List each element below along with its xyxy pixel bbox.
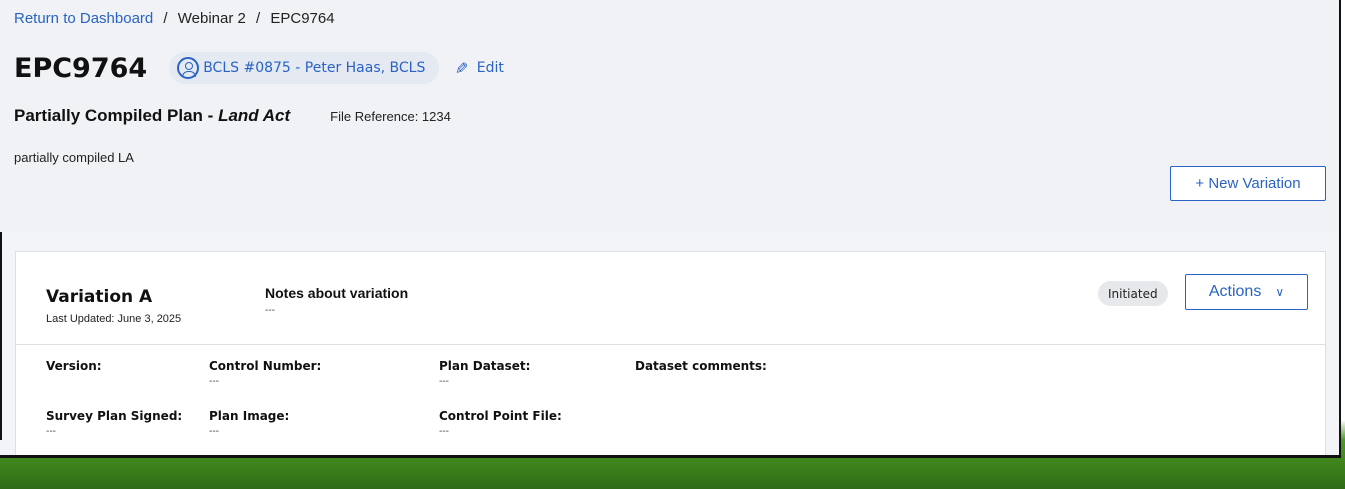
field-version: Version: bbox=[46, 359, 102, 376]
plan-type-act: Land Act bbox=[218, 106, 291, 125]
plan-type-row: Partially Compiled Plan - Land Act File … bbox=[14, 106, 451, 126]
status-badge: Initiated bbox=[1098, 281, 1168, 306]
plan-type: Partially Compiled Plan - Land Act bbox=[14, 106, 290, 126]
breadcrumb-item-webinar: Webinar 2 bbox=[177, 10, 246, 27]
field-label: Control Number: bbox=[209, 359, 322, 373]
field-label: Control Point File: bbox=[439, 409, 562, 423]
field-label: Survey Plan Signed: bbox=[46, 409, 183, 423]
field-plan-dataset: Plan Dataset: --- bbox=[439, 359, 530, 387]
field-plan-image: Plan Image: --- bbox=[209, 409, 289, 437]
app-window: Return to Dashboard / Webinar 2 / EPC976… bbox=[0, 0, 1341, 458]
field-control-number: Control Number: --- bbox=[209, 359, 321, 387]
field-control-point-file: Control Point File: --- bbox=[439, 409, 562, 437]
field-value: --- bbox=[209, 426, 219, 437]
field-value: --- bbox=[439, 376, 449, 387]
title-row: EPC9764 BCLS #0875 - Peter Haas, BCLS ✎ … bbox=[14, 52, 504, 84]
edit-button[interactable]: ✎ Edit bbox=[455, 59, 504, 78]
file-reference: File Reference: 1234 bbox=[330, 109, 451, 124]
variation-card-header: Variation A Last Updated: June 3, 2025 N… bbox=[16, 252, 1325, 345]
surveyor-chip[interactable]: BCLS #0875 - Peter Haas, BCLS bbox=[169, 52, 440, 84]
plan-type-prefix: Partially Compiled Plan - bbox=[14, 106, 219, 125]
breadcrumb-separator: / bbox=[163, 10, 168, 27]
breadcrumb: Return to Dashboard / Webinar 2 / EPC976… bbox=[14, 10, 335, 27]
variation-name: Variation A bbox=[46, 287, 153, 307]
chevron-down-icon: ∨ bbox=[1275, 285, 1285, 299]
plan-description: partially compiled LA bbox=[14, 150, 134, 165]
breadcrumb-separator: / bbox=[256, 10, 261, 27]
page-title: EPC9764 bbox=[14, 52, 148, 84]
breadcrumb-item-plan: EPC9764 bbox=[270, 10, 335, 27]
field-label: Version: bbox=[46, 359, 102, 373]
variation-last-updated: Last Updated: June 3, 2025 bbox=[46, 313, 182, 325]
variation-card: Variation A Last Updated: June 3, 2025 N… bbox=[15, 251, 1326, 455]
actions-dropdown-button[interactable]: Actions ∨ bbox=[1185, 274, 1308, 310]
field-label: Plan Dataset: bbox=[439, 359, 531, 373]
person-circle-icon bbox=[177, 57, 200, 79]
pencil-icon: ✎ bbox=[455, 58, 469, 78]
notes-value: --- bbox=[265, 305, 275, 316]
field-survey-plan-signed: Survey Plan Signed: --- bbox=[46, 409, 182, 437]
field-value: --- bbox=[439, 426, 449, 437]
field-label: Plan Image: bbox=[209, 409, 290, 423]
new-variation-button[interactable]: + New Variation bbox=[1170, 166, 1326, 201]
surveyor-label: BCLS #0875 - Peter Haas, BCLS bbox=[203, 60, 426, 76]
field-value: --- bbox=[209, 376, 219, 387]
actions-label: Actions bbox=[1208, 283, 1262, 300]
notes-label: Notes about variation bbox=[265, 285, 409, 301]
breadcrumb-dashboard-link[interactable]: Return to Dashboard bbox=[14, 10, 153, 27]
field-label: Dataset comments: bbox=[635, 359, 767, 373]
edit-label: Edit bbox=[476, 60, 504, 76]
field-dataset-comments: Dataset comments: bbox=[635, 359, 767, 376]
field-value: --- bbox=[46, 426, 56, 437]
plan-header: Return to Dashboard / Webinar 2 / EPC976… bbox=[0, 0, 1339, 232]
